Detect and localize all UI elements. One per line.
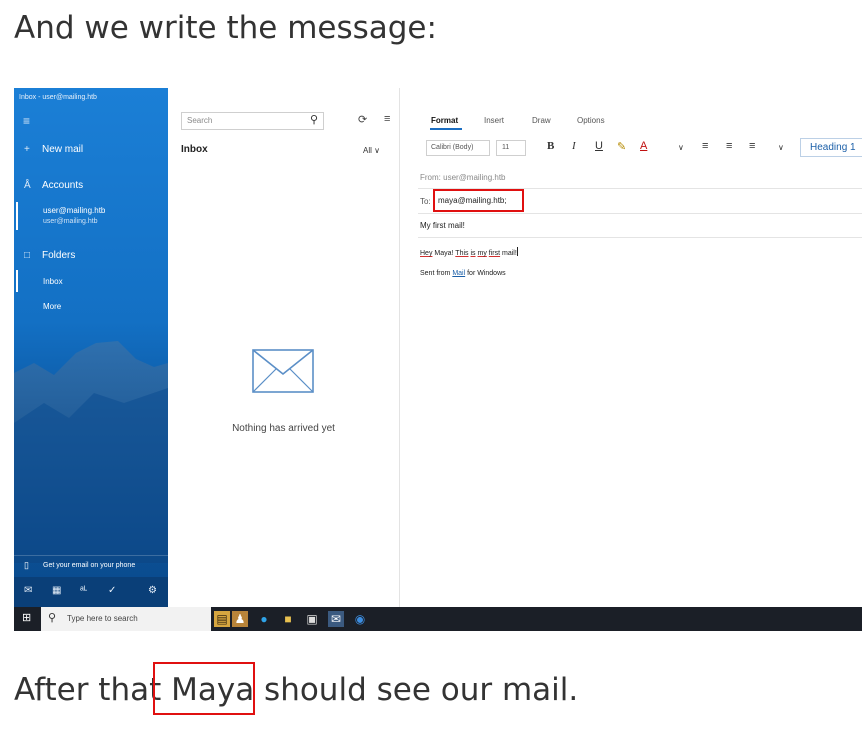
- search-icon[interactable]: ⚲: [310, 113, 318, 126]
- accounts-label: Accounts: [42, 180, 84, 191]
- italic-button[interactable]: I: [572, 140, 576, 152]
- envelope-icon: [252, 349, 314, 393]
- mail-app-screenshot: Inbox - user@mailing.htb ≡ + New mail Å Ac…: [14, 88, 862, 631]
- inbox-selected-marker: [16, 270, 18, 292]
- maya-highlight-box: [153, 662, 255, 715]
- phone-promo[interactable]: ▯ Get your email on your phone: [14, 555, 168, 578]
- underline-button[interactable]: U: [595, 140, 603, 152]
- signature-link[interactable]: Mail: [452, 270, 465, 277]
- divider: [418, 213, 862, 214]
- chevron-down-icon[interactable]: ∨: [678, 143, 684, 152]
- chevron-down-icon: ∨: [374, 146, 380, 155]
- subject-input[interactable]: My first mail!: [420, 221, 465, 230]
- edge-browser-icon[interactable]: ●: [256, 611, 272, 627]
- style-heading-button[interactable]: Heading 1: [800, 138, 862, 157]
- folder-icon: □: [24, 250, 31, 261]
- account-name[interactable]: user@mailing.htb: [43, 206, 105, 215]
- body-word: is: [470, 250, 476, 257]
- new-mail-label: New mail: [42, 144, 84, 155]
- font-color-icon[interactable]: A: [640, 140, 647, 152]
- phone-icon: ▯: [24, 560, 29, 570]
- body-word: first: [488, 250, 501, 257]
- search-placeholder: Search: [187, 116, 213, 125]
- account-email: user@mailing.htb: [43, 218, 98, 225]
- body-word: mail!: [502, 250, 517, 257]
- empty-state-text: Nothing has arrived yet: [232, 423, 335, 434]
- taskbar-search-input[interactable]: ⚲ Type here to search: [41, 607, 211, 631]
- accounts-button[interactable]: Å Accounts: [24, 180, 83, 191]
- highlight-icon[interactable]: ✎: [617, 140, 626, 153]
- taskbar: ⊞ ⚲ Type here to search ▤ ♟ ● ■ ▣ ✉ ◉: [14, 607, 862, 631]
- folder-icon[interactable]: ■: [280, 611, 296, 627]
- tab-draw[interactable]: Draw: [532, 116, 551, 125]
- search-input[interactable]: Search ⚲: [181, 112, 324, 130]
- article-intro: And we write the message:: [14, 10, 437, 46]
- tab-options[interactable]: Options: [577, 116, 605, 125]
- align-icon[interactable]: ≡: [749, 140, 755, 152]
- window-title: Inbox - user@mailing.htb: [19, 94, 97, 101]
- taskbar-search-placeholder: Type here to search: [67, 614, 138, 623]
- filter-dropdown[interactable]: All ∨: [363, 146, 380, 155]
- select-mode-icon[interactable]: ≡: [384, 113, 390, 125]
- sidebar: Inbox - user@mailing.htb ≡ + New mail Å Ac…: [14, 88, 168, 607]
- settings-icon[interactable]: ⚙: [148, 585, 157, 596]
- mountain-background: [14, 341, 168, 563]
- search-icon: ⚲: [48, 612, 57, 624]
- body-word: Maya!: [434, 250, 454, 257]
- body-text[interactable]: Hey Maya! This is my first mail!: [420, 247, 518, 257]
- tab-insert[interactable]: Insert: [484, 116, 504, 125]
- body-word: my: [477, 250, 487, 257]
- tab-format[interactable]: Format: [431, 116, 458, 125]
- numbering-icon[interactable]: ≡: [726, 140, 732, 152]
- signature: Sent from Mail for Windows: [420, 270, 506, 277]
- list-header: Inbox: [181, 144, 208, 155]
- divider: [418, 237, 862, 238]
- compose-pane: Format Insert Draw Options Calibri (Body…: [400, 88, 862, 607]
- signature-suffix: for Windows: [467, 270, 506, 277]
- active-tab-indicator: [430, 128, 462, 130]
- font-family-select[interactable]: Calibri (Body): [426, 140, 490, 156]
- folders-button[interactable]: □ Folders: [24, 250, 75, 261]
- hamburger-icon[interactable]: ≡: [23, 115, 30, 127]
- mail-icon[interactable]: ✉: [24, 585, 32, 596]
- folder-inbox[interactable]: Inbox: [43, 277, 63, 286]
- article-outro: After that Maya should see our mail.: [14, 672, 579, 708]
- folder-more[interactable]: More: [43, 302, 61, 311]
- file-explorer-icon[interactable]: ▤: [214, 611, 230, 627]
- text-cursor: [516, 247, 518, 256]
- account-selected-marker: [16, 202, 18, 230]
- from-value: user@mailing.htb: [443, 173, 506, 182]
- to-highlight-box: [433, 189, 524, 212]
- chevron-down-icon[interactable]: ∨: [778, 143, 784, 152]
- message-list-pane: Search ⚲ ⟳ ≡ Inbox All ∨ Nothing has arr…: [168, 88, 400, 607]
- calendar-icon[interactable]: ▦: [52, 585, 61, 596]
- person-icon: Å: [24, 180, 31, 191]
- bullets-icon[interactable]: ≡: [702, 140, 708, 152]
- store-icon[interactable]: ▣: [304, 611, 320, 627]
- todo-icon[interactable]: ✓: [108, 585, 116, 596]
- folders-label: Folders: [42, 250, 76, 261]
- body-word: This: [455, 250, 469, 257]
- plus-icon: +: [24, 144, 30, 155]
- new-mail-button[interactable]: + New mail: [24, 144, 83, 155]
- from-label: From:: [420, 173, 441, 182]
- to-label: To:: [420, 197, 431, 206]
- from-field: From: user@mailing.htb: [420, 173, 506, 182]
- bold-button[interactable]: B: [547, 140, 554, 152]
- font-size-select[interactable]: 11: [496, 140, 526, 156]
- people-app-icon[interactable]: ♟: [232, 611, 248, 627]
- windows-start-icon[interactable]: ⊞: [22, 611, 31, 624]
- filter-label: All: [363, 146, 372, 155]
- body-word: Hey: [420, 250, 433, 257]
- signature-prefix: Sent from: [420, 270, 451, 277]
- mail-app-icon[interactable]: ✉: [328, 611, 344, 627]
- sync-icon[interactable]: ⟳: [358, 113, 367, 126]
- phone-promo-label: Get your email on your phone: [43, 562, 136, 569]
- people-icon[interactable]: ᵃᴸ: [80, 585, 87, 596]
- sidebar-bottom-bar: ✉ ▦ ᵃᴸ ✓ ⚙: [14, 577, 168, 607]
- app-icon[interactable]: ◉: [352, 611, 368, 627]
